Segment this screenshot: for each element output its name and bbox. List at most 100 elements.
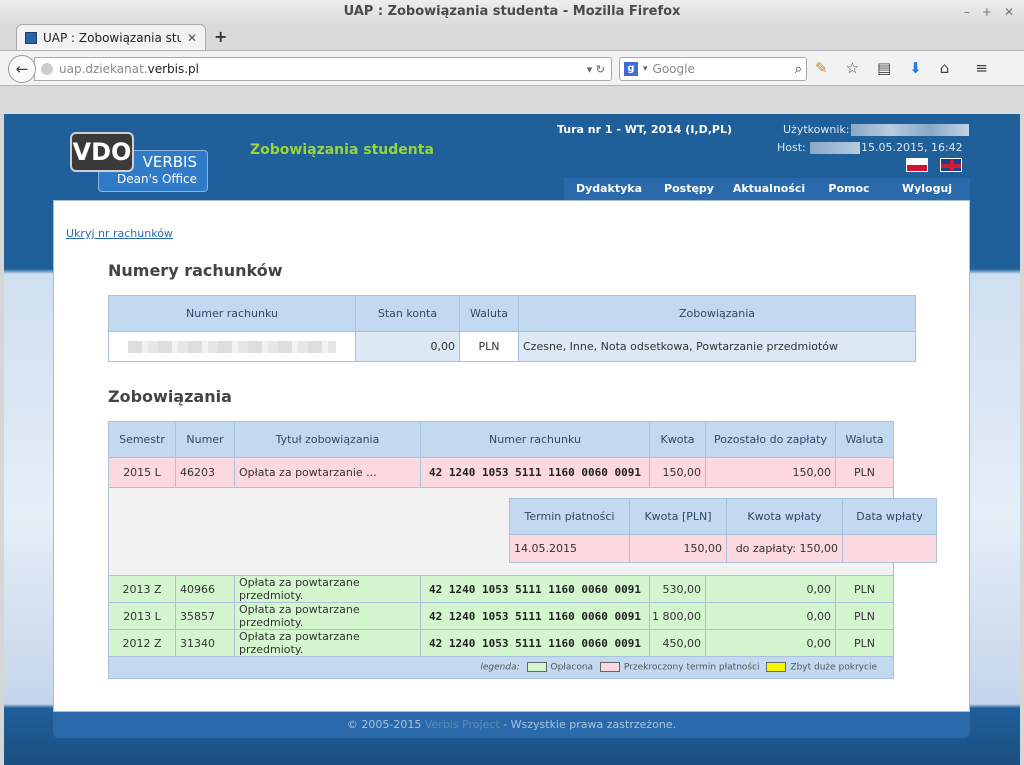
obligation-row-paid[interactable]: 2012 Z 31340 Opłata za powtarzane przedm…: [108, 629, 894, 657]
menu-dydaktyka[interactable]: Dydaktyka: [564, 178, 654, 200]
cell-remaining: 0,00: [705, 629, 836, 657]
col-header: Data wpłaty: [842, 498, 937, 535]
add-on-icon[interactable]: ✎: [815, 59, 828, 77]
legend-row: legenda: Opłacona Przekroczony termin pł…: [108, 656, 894, 679]
menu-pomoc[interactable]: Pomoc: [814, 178, 884, 200]
footer-link[interactable]: Verbis Project: [425, 718, 500, 731]
cell-title: Opłata za powtarzane przedmioty.: [234, 575, 421, 603]
cell-amount: 530,00: [649, 575, 706, 603]
url-bar[interactable]: uap.dziekanat.verbis.pl ▾ ↻: [34, 57, 612, 81]
col-header: Semestr: [108, 421, 176, 458]
obligation-detail-row: Termin płatności Kwota [PLN] Kwota wpłat…: [108, 487, 937, 576]
google-icon: g: [624, 62, 638, 76]
obligation-row-paid[interactable]: 2013 Z 40966 Opłata za powtarzane przedm…: [108, 575, 894, 603]
english-flag-icon[interactable]: [940, 158, 962, 172]
obligation-row-overdue[interactable]: 2015 L 46203 Opłata za powtarzanie ... 4…: [108, 457, 894, 488]
cell-remaining: 0,00: [705, 575, 836, 603]
account-obligations: Czesne, Inne, Nota odsetkowa, Powtarzani…: [518, 331, 916, 362]
tab-label: UAP : Zobowiązania stude...: [43, 30, 181, 45]
download-icon[interactable]: ⬇: [909, 59, 922, 77]
menu-icon[interactable]: ≡: [975, 59, 988, 77]
search-bar[interactable]: g ▾ Google ⌕: [619, 57, 807, 81]
obligation-row-paid[interactable]: 2013 L 35857 Opłata za powtarzane przedm…: [108, 602, 894, 630]
url-text[interactable]: uap.dziekanat.verbis.pl: [59, 62, 581, 76]
engine-dropdown-icon[interactable]: ▾: [643, 64, 648, 74]
back-arrow-icon: ←: [15, 60, 29, 78]
col-header: Numer rachunku: [420, 421, 650, 458]
col-header: Kwota [PLN]: [629, 498, 727, 535]
col-header: Stan konta: [355, 295, 460, 332]
legend: legenda: Opłacona Przekroczony termin pł…: [108, 656, 894, 679]
footer-rights: - Wszystkie prawa zastrzeżone.: [503, 718, 677, 731]
account-currency: PLN: [459, 331, 519, 362]
cell-account: 42 1240 1053 5111 1160 0060 0091: [420, 575, 650, 603]
menu-postepy[interactable]: Postępy: [654, 178, 724, 200]
legend-label: legenda:: [480, 662, 520, 673]
accounts-table: Numer rachunku Stan konta Waluta Zobowią…: [108, 295, 916, 362]
accounts-title: Numery rachunków: [108, 261, 283, 280]
search-icon[interactable]: ⌕: [795, 62, 802, 77]
cell-semester: 2013 L: [108, 602, 176, 630]
tura-info: Tura nr 1 - WT, 2014 (I,D,PL): [557, 123, 732, 136]
cell-account: 42 1240 1053 5111 1160 0060 0091: [420, 457, 650, 488]
account-number-redacted: [108, 331, 356, 362]
main-content: Ukryj nr rachunków Numery rachunków Nume…: [53, 200, 970, 712]
cell-number: 46203: [175, 457, 235, 488]
window-titlebar: UAP : Zobowiązania studenta - Mozilla Fi…: [0, 0, 1024, 24]
window-title: UAP : Zobowiązania studenta - Mozilla Fi…: [343, 4, 681, 19]
browser-tab[interactable]: UAP : Zobowiązania stude... ✕: [16, 24, 206, 50]
footer: © 2005-2015 Verbis Project - Wszystkie p…: [53, 712, 970, 738]
col-header: Numer rachunku: [108, 295, 356, 332]
legend-paid-swatch: [526, 662, 547, 673]
globe-icon: [41, 63, 53, 75]
col-header: Zobowiązania: [518, 295, 916, 332]
cell-amount: 450,00: [649, 629, 706, 657]
cell-semester: 2015 L: [108, 457, 176, 488]
cell-amount: 1 800,00: [649, 602, 706, 630]
home-icon[interactable]: ⌂: [940, 59, 950, 77]
legend-overdue: Przekroczony termin płatności: [623, 662, 760, 673]
logo[interactable]: VDO VERBIS Dean's Office: [70, 132, 210, 194]
user-name-redacted: [851, 124, 969, 136]
cell-account: 42 1240 1053 5111 1160 0060 0091: [420, 629, 650, 657]
minimize-button[interactable]: –: [964, 0, 970, 24]
menu-aktualnosci[interactable]: Aktualności: [724, 178, 814, 200]
tab-close-icon[interactable]: ✕: [187, 31, 197, 45]
new-tab-button[interactable]: +: [214, 27, 227, 46]
payment-date: [842, 534, 937, 563]
cell-title: Opłata za powtarzanie ...: [234, 457, 421, 488]
cell-currency: PLN: [835, 602, 894, 630]
close-window-button[interactable]: ✕: [1004, 0, 1014, 24]
page-heading: Zobowiązania studenta: [250, 142, 434, 158]
obligations-table: Semestr Numer Tytuł zobowiązania Numer r…: [108, 421, 937, 679]
search-input[interactable]: Google: [653, 62, 790, 76]
cell-account: 42 1240 1053 5111 1160 0060 0091: [420, 602, 650, 630]
bookmarks-toolbar: [0, 86, 1024, 114]
polish-flag-icon[interactable]: [906, 158, 928, 172]
due-date: 14.05.2015: [509, 534, 630, 563]
obligations-title: Zobowiązania: [108, 387, 232, 406]
reload-icon[interactable]: ▾ ↻: [587, 63, 605, 76]
web-page: VDO VERBIS Dean's Office Zobowiązania st…: [4, 114, 1020, 765]
toolbar-icons: ✎ ☆ ▤ ⬇ ⌂ ≡: [815, 59, 988, 77]
star-icon[interactable]: ☆: [846, 59, 859, 77]
tab-bar: UAP : Zobowiązania stude... ✕ +: [0, 24, 1024, 50]
login-datetime: 15.05.2015, 16:42: [861, 141, 963, 154]
user-label: Użytkownik:: [783, 123, 850, 136]
maximize-button[interactable]: +: [982, 0, 992, 24]
table-row: 0,00 PLN Czesne, Inne, Nota odsetkowa, P…: [108, 331, 916, 362]
legend-overpaid: Zbyt duże pokrycie: [790, 662, 877, 673]
hide-accounts-link[interactable]: Ukryj nr rachunków: [66, 227, 173, 240]
cell-currency: PLN: [835, 629, 894, 657]
legend-overpaid-swatch: [766, 662, 787, 673]
menu-wyloguj[interactable]: Wyloguj: [884, 178, 970, 200]
payment-amount: do zapłaty: 150,00: [726, 534, 843, 563]
payment-detail-table: Termin płatności Kwota [PLN] Kwota wpłat…: [509, 498, 937, 563]
back-button[interactable]: ←: [8, 55, 36, 83]
cell-number: 40966: [175, 575, 235, 603]
legend-paid: Opłacona: [550, 662, 594, 673]
cell-currency: PLN: [835, 457, 894, 488]
reading-list-icon[interactable]: ▤: [877, 59, 891, 77]
cell-remaining: 0,00: [705, 602, 836, 630]
col-header: Termin płatności: [509, 498, 630, 535]
